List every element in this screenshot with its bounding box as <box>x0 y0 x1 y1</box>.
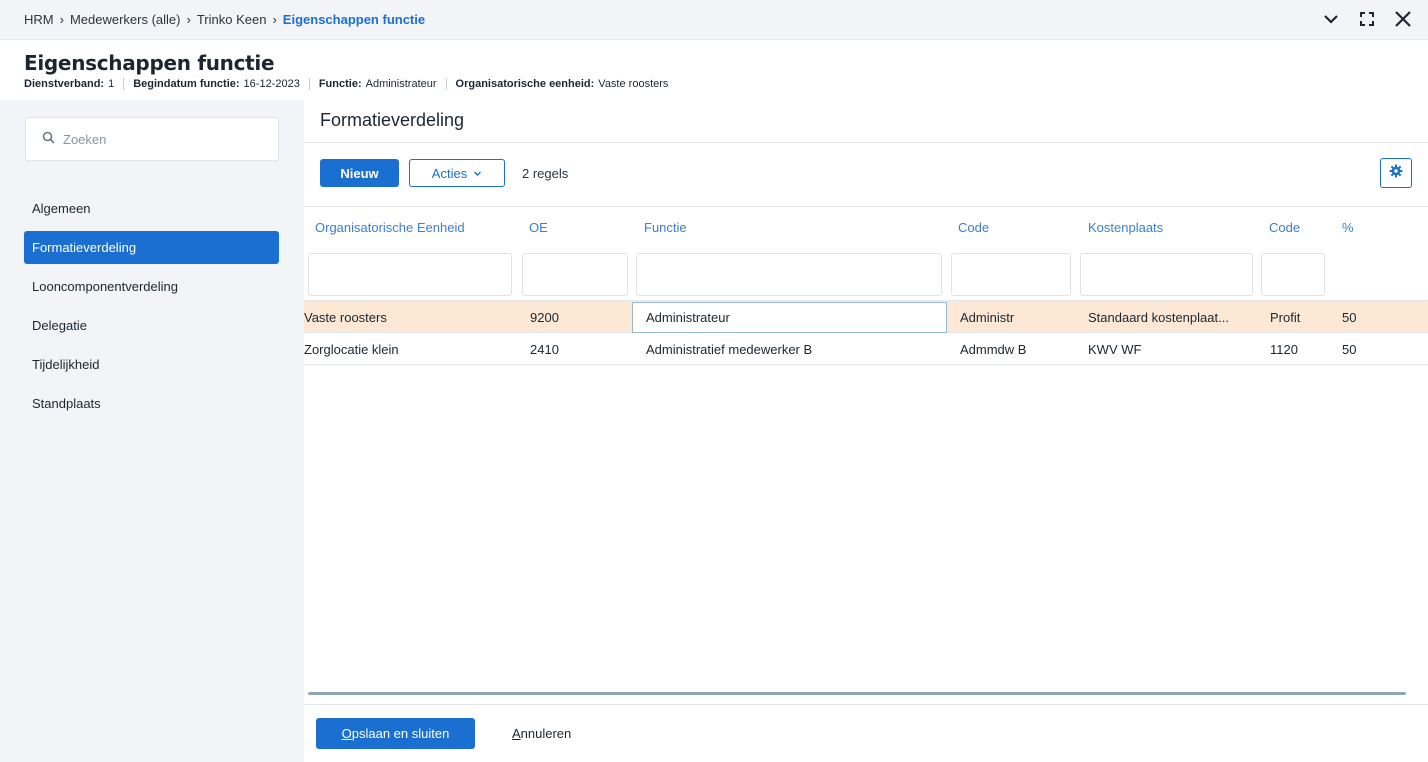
horizontal-scrollbar[interactable] <box>308 692 1406 695</box>
divider <box>304 704 1428 705</box>
cancel-accesskey: A <box>512 726 521 741</box>
cancel-button[interactable]: Annuleren <box>512 726 571 741</box>
meta-value: Administrateur <box>365 78 437 90</box>
save-label: pslaan en sluiten <box>351 726 450 741</box>
meta-label: Dienstverband: <box>24 78 105 90</box>
breadcrumb-separator: › <box>59 12 64 27</box>
cell-percentage: 50 <box>1342 342 1357 357</box>
meta-label: Organisatorische eenheid: <box>455 78 595 90</box>
fullscreen-icon[interactable] <box>1356 8 1378 30</box>
meta-value: Vaste roosters <box>598 78 669 90</box>
column-header-code-2[interactable]: Code <box>1269 220 1300 235</box>
chevron-down-icon[interactable] <box>1320 8 1342 30</box>
sidebar-item-delegatie[interactable]: Delegatie <box>24 309 279 342</box>
cell-functie: Administratief medewerker B <box>646 342 813 357</box>
filter-field[interactable] <box>309 254 511 295</box>
cell-code: Admmdw B <box>960 342 1027 357</box>
sidebar-item-looncomponentverdeling[interactable]: Looncomponentverdeling <box>24 270 279 303</box>
column-header-oe[interactable]: OE <box>529 220 548 235</box>
search-icon <box>42 131 55 147</box>
table-row[interactable]: Vaste roosters 9200 Administrateur Admin… <box>304 301 1428 333</box>
cell-percentage: 50 <box>1342 310 1357 325</box>
meta-value: 16-12-2023 <box>243 78 300 90</box>
main-panel: Formatieverdeling Nieuw Acties 2 regels … <box>304 100 1428 762</box>
filter-input-functie[interactable] <box>636 253 942 296</box>
breadcrumb-current: Eigenschappen functie <box>282 12 426 27</box>
new-button[interactable]: Nieuw <box>320 159 399 187</box>
filter-field[interactable] <box>952 254 1070 295</box>
section-title: Formatieverdeling <box>320 110 465 130</box>
meta-label: Begindatum functie: <box>133 78 240 90</box>
divider <box>304 142 1428 143</box>
save-accesskey: O <box>341 726 352 741</box>
breadcrumb-item-hrm[interactable]: HRM <box>24 12 54 27</box>
filter-input-code[interactable] <box>951 253 1071 296</box>
row-count: 2 regels <box>522 166 569 181</box>
cancel-label: nnuleren <box>520 726 572 741</box>
sidebar: Algemeen Formatieverdeling Looncomponent… <box>0 100 304 762</box>
header-meta: Dienstverband: 1 Begindatum functie: 16-12… <box>24 78 1428 90</box>
filter-field[interactable] <box>1262 254 1324 295</box>
meta-divider <box>445 78 447 90</box>
chevron-down-icon <box>473 166 482 181</box>
cell-code-2: Profit <box>1270 310 1301 325</box>
gear-icon <box>1389 164 1403 183</box>
column-header-percentage[interactable]: % <box>1342 220 1354 235</box>
filter-field[interactable] <box>1081 254 1252 295</box>
filter-input-code-2[interactable] <box>1261 253 1325 296</box>
filter-input-oe[interactable] <box>522 253 628 296</box>
settings-button[interactable] <box>1380 158 1412 188</box>
cell-organisatorische-eenheid: Zorglocatie klein <box>304 342 399 357</box>
cell-functie: Administrateur <box>646 310 730 325</box>
meta-divider <box>308 78 310 90</box>
meta-label: Functie: <box>318 78 362 90</box>
sidebar-nav: Algemeen Formatieverdeling Looncomponent… <box>24 192 279 426</box>
cell-oe: 9200 <box>530 310 559 325</box>
filter-field[interactable] <box>523 254 627 295</box>
breadcrumb-item-medewerkers[interactable]: Medewerkers (alle) <box>70 12 181 27</box>
column-header-organisatorische-eenheid[interactable]: Organisatorische Eenheid <box>315 220 465 235</box>
filter-input-organisatorische-eenheid[interactable] <box>308 253 512 296</box>
sidebar-item-formatieverdeling[interactable]: Formatieverdeling <box>24 231 279 264</box>
search-box[interactable] <box>25 117 279 161</box>
breadcrumb-item-employee[interactable]: Trinko Keen <box>197 12 267 27</box>
column-header-functie[interactable]: Functie <box>644 220 687 235</box>
sidebar-item-standplaats[interactable]: Standplaats <box>24 387 279 420</box>
cell-organisatorische-eenheid: Vaste roosters <box>304 310 387 325</box>
sidebar-item-algemeen[interactable]: Algemeen <box>24 192 279 225</box>
cell-code: Administr <box>960 310 1015 325</box>
breadcrumb-bar: HRM › Medewerkers (alle) › Trinko Keen ›… <box>0 0 1428 40</box>
breadcrumb-separator: › <box>272 12 277 27</box>
search-input[interactable] <box>63 131 263 147</box>
close-icon[interactable] <box>1392 8 1414 30</box>
save-and-close-button[interactable]: Opslaan en sluiten <box>316 718 475 749</box>
page-title: Eigenschappen functie <box>24 51 275 75</box>
meta-divider <box>123 78 125 90</box>
sidebar-item-tijdelijkheid[interactable]: Tijdelijkheid <box>24 348 279 381</box>
actions-label: Acties <box>431 165 468 181</box>
divider <box>304 206 1428 207</box>
column-header-kostenplaats[interactable]: Kostenplaats <box>1088 220 1163 235</box>
table-row[interactable]: Zorglocatie klein 2410 Administratief me… <box>304 333 1428 365</box>
filter-field[interactable] <box>637 254 941 295</box>
breadcrumb-separator: › <box>186 12 191 27</box>
cell-kostenplaats: KWV WF <box>1088 342 1142 357</box>
filter-input-kostenplaats[interactable] <box>1080 253 1253 296</box>
meta-value: 1 <box>108 78 115 90</box>
window-controls <box>1320 8 1414 30</box>
cell-code-2: 1120 <box>1270 342 1298 357</box>
cell-oe: 2410 <box>530 342 559 357</box>
column-header-code[interactable]: Code <box>958 220 989 235</box>
page-header: Eigenschappen functie Dienstverband: 1 Be… <box>0 40 1428 100</box>
cell-kostenplaats: Standaard kostenplaat... <box>1088 310 1229 325</box>
actions-dropdown[interactable]: Acties <box>409 159 505 187</box>
